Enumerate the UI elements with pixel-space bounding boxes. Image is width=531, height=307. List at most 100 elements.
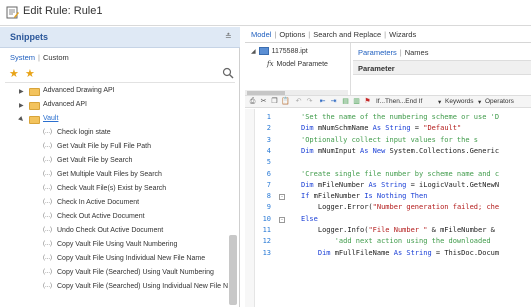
fold-toggle-icon[interactable]: -	[279, 194, 285, 201]
code-token-comment: 'Optionally collect input values for the…	[301, 135, 479, 144]
code-line[interactable]: 7 Dim mFileNumber As String = iLogicVault…	[245, 181, 531, 192]
tab-options[interactable]: Options	[279, 30, 305, 39]
code-line[interactable]: 11 Logger.Info("File Number " & mFileNum…	[245, 226, 531, 237]
snippet-label: Get Multiple Vault Files by Search	[57, 171, 162, 178]
line-number: 6	[266, 169, 271, 178]
snippet-item[interactable]: (...) Copy Vault File (Searched) Using Va…	[0, 268, 228, 281]
snippet-item[interactable]: (...) Check Out Active Document	[0, 212, 228, 225]
snippet-label: Check login state	[57, 129, 111, 136]
add-favorite-star-icon[interactable]: ★	[25, 67, 35, 80]
model-file-label: 1175588.ipt	[271, 47, 308, 55]
code-line[interactable]: 2 Dim mNumSchmName As String = "Default"	[245, 124, 531, 135]
indent-icon[interactable]: ⇥	[329, 97, 338, 106]
folder-label: Advanced Drawing API	[43, 87, 115, 94]
tab-wizards[interactable]: Wizards	[389, 30, 416, 39]
snippet-item[interactable]: (...) Get Vault File by Full File Path	[0, 142, 228, 155]
tab-custom[interactable]: Custom	[43, 53, 69, 62]
code-line[interactable]: 1 'Set the name of the numbering scheme o…	[245, 113, 531, 124]
tab-search-and-replace[interactable]: Search and Replace	[313, 30, 381, 39]
code-token-kw: Else	[301, 214, 318, 223]
if-then-button[interactable]: If...Then...End If	[376, 98, 422, 105]
snippet-icon: (...)	[43, 213, 52, 219]
outdent-icon[interactable]: ⇤	[318, 97, 327, 106]
snippet-icon: (...)	[43, 129, 52, 135]
snippet-item[interactable]: (...) Check login state	[0, 128, 228, 141]
pin-icon[interactable]: ≛	[225, 32, 232, 41]
tab-model[interactable]: Model	[251, 30, 271, 39]
line-number: 3	[266, 135, 271, 144]
keywords-dropdown[interactable]: Keywords	[445, 98, 474, 105]
comment-icon[interactable]: ▤	[341, 97, 350, 106]
line-number: 2	[266, 124, 271, 133]
code-token-plain: mNumInput	[317, 146, 361, 155]
snippets-tabs: System | Custom	[10, 53, 69, 62]
chevron-expanded-icon[interactable]: ▶	[17, 115, 25, 124]
line-number: 8	[266, 192, 271, 201]
code-token-plain: mFileNumber	[313, 192, 365, 201]
snippet-item[interactable]: (...) Copy Vault File (Searched) Using In…	[0, 282, 228, 295]
snippet-item[interactable]: (...) Check In Active Document	[0, 198, 228, 211]
snippet-item[interactable]: (...) Check Vault File(s) Exist by Search	[0, 184, 228, 197]
tab-parameters[interactable]: Parameters	[358, 48, 397, 57]
tab-separator: |	[308, 30, 311, 39]
code-line[interactable]: 12 'add next action using the downloaded	[245, 237, 531, 248]
tab-system[interactable]: System	[10, 53, 35, 62]
code-token-kw: As New	[360, 146, 390, 155]
snippet-label: Copy Vault File (Searched) Using Individ…	[57, 283, 229, 290]
snippets-scrollbar[interactable]	[229, 235, 237, 305]
search-icon[interactable]	[222, 67, 234, 79]
snippet-item[interactable]: (...) Copy Vault File Using Individual Ne…	[0, 254, 228, 267]
code-token-kw: Dim	[317, 248, 335, 257]
code-line[interactable]: 6 'Create single file number by scheme na…	[245, 170, 531, 181]
paste-icon[interactable]: 📋	[281, 97, 290, 106]
snippet-item[interactable]: (...) Get Vault File by Search	[0, 156, 228, 169]
fold-toggle-icon[interactable]: -	[279, 216, 285, 223]
code-line[interactable]: 4 Dim mNumInput As New System.Collections…	[245, 147, 531, 158]
code-line[interactable]: 13 Dim mFullFileName As String = ThisDoc…	[245, 249, 531, 260]
chevron-down-icon[interactable]: ▾	[438, 98, 441, 106]
print-icon[interactable]: ⎙	[248, 97, 257, 106]
snippet-label: Get Vault File by Full File Path	[57, 143, 152, 150]
code-line[interactable]: 3 'Optionally collect input values for th…	[245, 136, 531, 147]
folder-label: Vault	[43, 115, 59, 122]
code-line[interactable]: 9 Logger.Error("Number generation failed…	[245, 203, 531, 214]
folder-advanced-api[interactable]: ▶ Advanced API	[0, 100, 228, 113]
redo-icon[interactable]: ↷	[305, 97, 314, 106]
vertical-splitter[interactable]	[350, 43, 351, 95]
code-editor[interactable]: 1 'Set the name of the numbering scheme o…	[245, 109, 531, 307]
folder-vault[interactable]: ▶ Vault	[0, 114, 228, 127]
snippet-label: Copy Vault File (Searched) Using Vault N…	[57, 269, 214, 276]
chevron-expanded-icon[interactable]: ◢	[251, 49, 256, 55]
snippet-item[interactable]: (...) Undo Check Out Active Document	[0, 226, 228, 239]
code-text: Dim mNumInput As New System.Collections.…	[301, 147, 499, 155]
bookmark-icon[interactable]: ⚑	[363, 97, 372, 106]
uncomment-icon[interactable]: ▥	[352, 97, 361, 106]
favorites-star-icon[interactable]: ★	[9, 67, 19, 80]
tab-separator: |	[399, 48, 402, 57]
window-title: Edit Rule: Rule1	[23, 5, 103, 17]
code-line[interactable]: 8 - If mFileNumber Is Nothing Then	[245, 192, 531, 203]
snippet-item[interactable]: (...) Copy Vault File Using Vault Numberi…	[0, 240, 228, 253]
code-text: Dim mNumSchmName As String = "Default"	[301, 124, 461, 132]
code-token-plain: =	[410, 124, 424, 133]
chevron-down-icon[interactable]: ▾	[478, 98, 481, 106]
editor-toolbar: ⎙ ✂ ❐ 📋 ↶ ↷ ⇤ ⇥ ▤ ▥ ⚑ If...Then...End If…	[245, 95, 531, 108]
model-tree-params[interactable]: fx Model Paramete	[267, 60, 328, 68]
chevron-right-icon[interactable]: ▶	[19, 102, 24, 109]
model-tree-file[interactable]: ◢ 1175588.ipt	[251, 47, 308, 55]
snippet-item[interactable]: (...) Get Multiple Vault Files by Search	[0, 170, 228, 183]
chevron-right-icon[interactable]: ▶	[19, 88, 24, 95]
folder-advanced-drawing-api[interactable]: ▶ Advanced Drawing API	[0, 86, 228, 99]
code-token-comment: 'Create single file number by scheme nam…	[301, 169, 500, 178]
code-line[interactable]: 10 - Else	[245, 215, 531, 226]
code-token-plain: = ThisDoc.Docum	[431, 248, 500, 257]
operators-dropdown[interactable]: Operators	[485, 98, 514, 105]
undo-icon[interactable]: ↶	[294, 97, 303, 106]
code-token-plain: mFileNumber	[317, 180, 369, 189]
cut-icon[interactable]: ✂	[259, 97, 268, 106]
code-token-kw: Is Nothing Then	[364, 192, 428, 201]
code-line[interactable]: 5	[245, 158, 531, 169]
copy-icon[interactable]: ❐	[270, 97, 279, 106]
parameter-column-header[interactable]: Parameter	[353, 60, 531, 75]
tab-names[interactable]: Names	[405, 48, 429, 57]
